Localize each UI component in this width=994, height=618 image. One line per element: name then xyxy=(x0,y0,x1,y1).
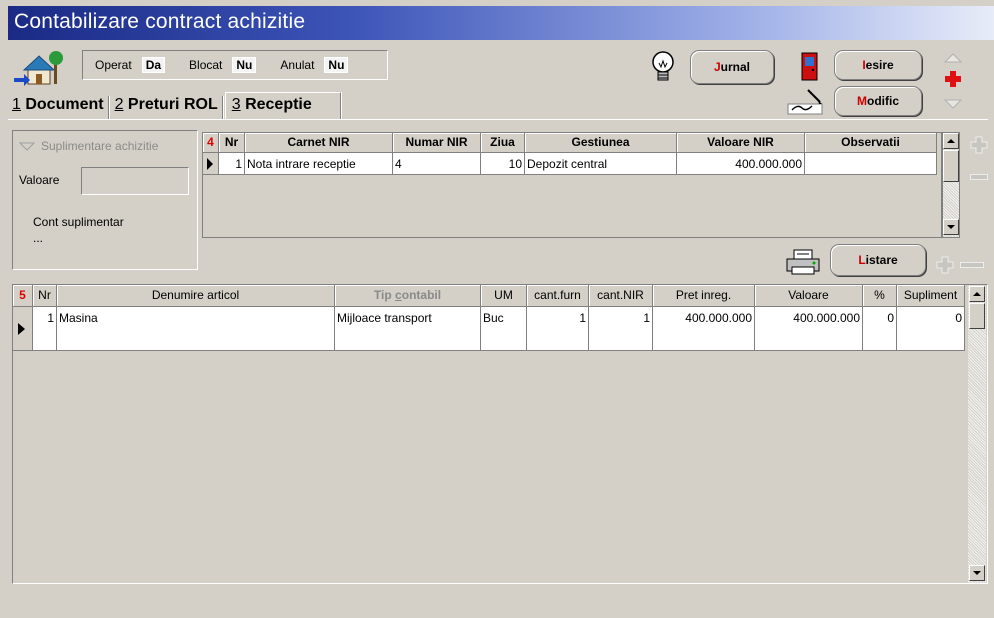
valoare-input[interactable] xyxy=(81,167,189,195)
nir-grid-header: 4 Nr Carnet NIR Numar NIR Ziua Gestiunea… xyxy=(203,133,941,153)
articles-add-icon[interactable] xyxy=(936,256,954,274)
nir-col-gestiunea[interactable]: Gestiunea xyxy=(525,133,677,153)
add-record-icon[interactable] xyxy=(944,70,962,88)
signature-pen-icon[interactable] xyxy=(786,86,826,116)
modific-hotkey: M xyxy=(857,94,867,108)
art-cell-um[interactable]: Buc xyxy=(481,307,527,350)
articles-grid-header: 5 Nr Denumire articol Tip contabil UM ca… xyxy=(13,285,969,307)
flag-blocat-value: Nu xyxy=(232,57,257,73)
home-icon[interactable] xyxy=(14,50,68,88)
nir-col-nr[interactable]: Nr xyxy=(219,133,245,153)
nir-col-valoare[interactable]: Valoare NIR xyxy=(677,133,805,153)
suplimentare-title: Suplimentare achizitie xyxy=(41,139,159,153)
jurnal-hotkey: J xyxy=(713,60,721,74)
cont-suplimentar-label: Cont suplimentar xyxy=(33,215,124,229)
tab-preturi-rol[interactable]: 2 Preturi ROL xyxy=(111,96,223,120)
nir-add-icon[interactable] xyxy=(970,136,988,154)
nir-cell-nr[interactable]: 1 xyxy=(219,153,245,174)
jurnal-button[interactable]: Jurnal xyxy=(690,50,774,84)
nir-col-carnet[interactable]: Carnet NIR xyxy=(245,133,393,153)
status-flags: Operat Da Blocat Nu Anulat Nu xyxy=(82,50,388,80)
row-selector[interactable] xyxy=(13,307,33,350)
flag-operat-value: Da xyxy=(141,57,166,73)
modific-label: odific xyxy=(867,94,899,108)
art-cell-denumire[interactable]: Masina xyxy=(57,307,335,350)
table-row[interactable]: 1 Nota intrare receptie 4 10 Depozit cen… xyxy=(203,153,937,175)
nir-cell-observatii[interactable] xyxy=(805,153,937,174)
art-col-cant-furn[interactable]: cant.furn xyxy=(527,285,589,307)
art-cell-nr[interactable]: 1 xyxy=(33,307,57,350)
nav-down-icon[interactable] xyxy=(943,98,963,110)
modific-button[interactable]: Modific xyxy=(834,86,922,116)
art-cell-tip[interactable]: Mijloace transport xyxy=(335,307,481,350)
scroll-down-icon[interactable] xyxy=(943,219,959,235)
scroll-thumb[interactable] xyxy=(943,150,959,182)
articles-remove-icon[interactable] xyxy=(960,262,984,268)
nir-col-numar[interactable]: Numar NIR xyxy=(393,133,481,153)
nav-up-icon[interactable] xyxy=(943,52,963,64)
main-window: Contabilizare contract achizitie Operat … xyxy=(8,6,994,618)
art-cell-procent[interactable]: 0 xyxy=(863,307,897,350)
scroll-up-icon[interactable] xyxy=(943,133,959,149)
flag-blocat-label: Blocat xyxy=(189,58,223,72)
nir-cell-valoare[interactable]: 400.000.000 xyxy=(677,153,805,174)
tab-strip: 1 Document 2 Preturi ROL 3 Receptie xyxy=(8,92,341,120)
art-col-um[interactable]: UM xyxy=(481,285,527,307)
lightbulb-icon[interactable] xyxy=(650,50,676,84)
valoare-label: Valoare xyxy=(19,173,60,187)
nir-remove-icon[interactable] xyxy=(970,174,988,180)
tab-divider xyxy=(8,119,988,121)
art-col-nr[interactable]: Nr xyxy=(33,285,57,307)
jurnal-label: urnal xyxy=(720,60,751,74)
nir-cell-numar[interactable]: 4 xyxy=(393,153,481,174)
art-col-valoare[interactable]: Valoare xyxy=(755,285,863,307)
flag-anulat-label: Anulat xyxy=(280,58,315,72)
nir-grid: 4 Nr Carnet NIR Numar NIR Ziua Gestiunea… xyxy=(202,132,942,238)
flag-anulat-value: Nu xyxy=(324,57,349,73)
nir-col-observatii[interactable]: Observatii xyxy=(805,133,937,153)
tab-receptie[interactable]: 3 Receptie xyxy=(224,92,341,120)
art-cell-valoare[interactable]: 400.000.000 xyxy=(755,307,863,350)
row-selector[interactable] xyxy=(203,153,219,174)
table-row[interactable]: 1 Masina Mijloace transport Buc 1 1 400.… xyxy=(13,307,965,351)
art-col-tip[interactable]: Tip contabil xyxy=(335,285,481,307)
exit-door-icon[interactable] xyxy=(800,52,820,82)
articles-scrollbar[interactable] xyxy=(968,285,986,583)
flag-operat-label: Operat xyxy=(95,58,132,72)
cont-suplimentar-value[interactable]: ... xyxy=(33,231,43,245)
art-cell-cant-furn[interactable]: 1 xyxy=(527,307,589,350)
art-col-procent[interactable]: % xyxy=(863,285,897,307)
nir-cell-carnet[interactable]: Nota intrare receptie xyxy=(245,153,393,174)
nir-cell-ziua[interactable]: 10 xyxy=(481,153,525,174)
art-cell-supliment[interactable]: 0 xyxy=(897,307,965,350)
suplimentare-panel: Suplimentare achizitie Valoare Cont supl… xyxy=(12,130,198,270)
nir-col-ziua[interactable]: Ziua xyxy=(481,133,525,153)
art-col-pret[interactable]: Pret inreg. xyxy=(653,285,755,307)
scroll-down-icon[interactable] xyxy=(969,565,985,581)
nir-cell-gestiunea[interactable]: Depozit central xyxy=(525,153,677,174)
tab-document[interactable]: 1 Document xyxy=(8,96,109,120)
listare-button[interactable]: Listare xyxy=(830,244,926,276)
art-col-cant-nir[interactable]: cant.NIR xyxy=(589,285,653,307)
articles-grid: 5 Nr Denumire articol Tip contabil UM ca… xyxy=(12,284,988,584)
art-col-supliment[interactable]: Supliment xyxy=(897,285,965,307)
art-cell-pret[interactable]: 400.000.000 xyxy=(653,307,755,350)
scroll-up-icon[interactable] xyxy=(969,286,985,302)
status-bar xyxy=(8,596,994,618)
listare-hotkey: L xyxy=(858,253,866,267)
window-title: Contabilizare contract achizitie xyxy=(8,6,994,40)
articles-badge: 5 xyxy=(13,285,33,307)
listare-label: istare xyxy=(865,253,898,267)
nir-badge: 4 xyxy=(203,133,219,153)
scroll-thumb[interactable] xyxy=(969,303,985,329)
iesire-label: esire xyxy=(865,58,894,72)
chevron-down-icon[interactable] xyxy=(18,141,36,151)
iesire-button[interactable]: Iesire xyxy=(834,50,922,80)
art-cell-cant-nir[interactable]: 1 xyxy=(589,307,653,350)
printer-icon[interactable] xyxy=(784,248,824,276)
art-col-denumire[interactable]: Denumire articol xyxy=(57,285,335,307)
